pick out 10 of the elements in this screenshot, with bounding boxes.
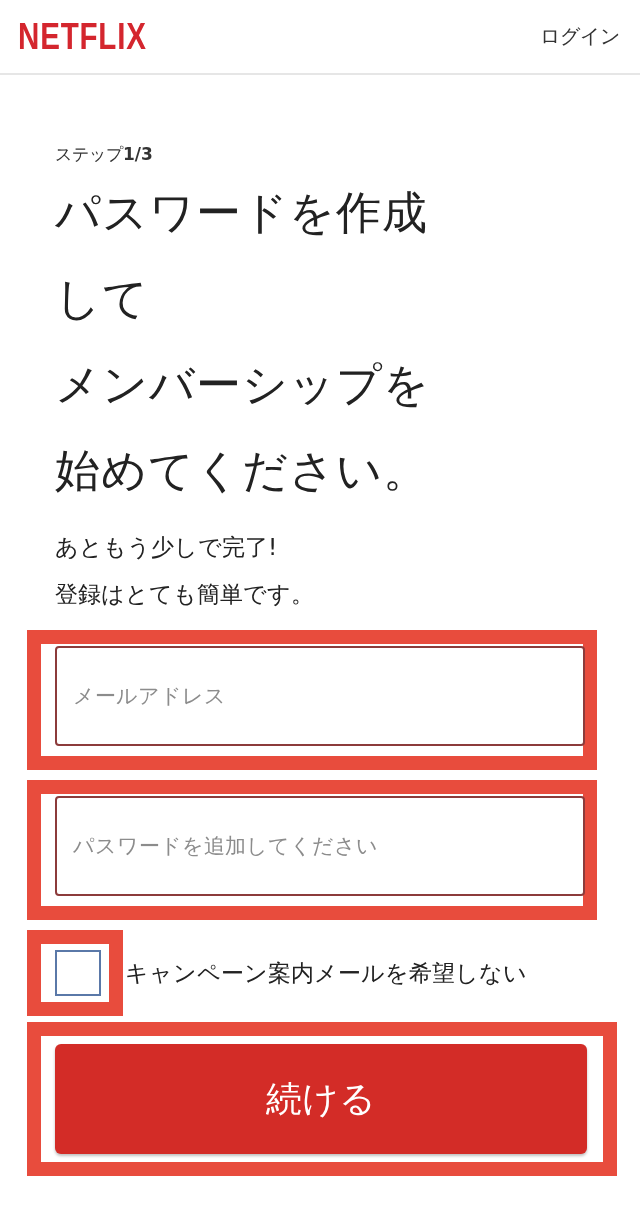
input-field[interactable]: パスワードを追加してください [55, 796, 585, 896]
step-label: ステップ1/3 [55, 143, 154, 166]
input-field[interactable]: メールアドレス [55, 646, 585, 746]
checkbox-label: キャンペーン案内メールを希望しない [125, 958, 527, 988]
login-link[interactable]: ログイン [540, 23, 620, 50]
page-heading: パスワードを作成 して メンバーシップを 始めてください。 [55, 185, 431, 499]
checkbox[interactable] [55, 950, 101, 996]
intro-text: あともう少しで完了! 登録はとても簡単です。 [55, 533, 315, 609]
continue-button[interactable]: 続ける [55, 1044, 587, 1154]
netflix-logo[interactable]: NETFLIX [18, 15, 147, 58]
